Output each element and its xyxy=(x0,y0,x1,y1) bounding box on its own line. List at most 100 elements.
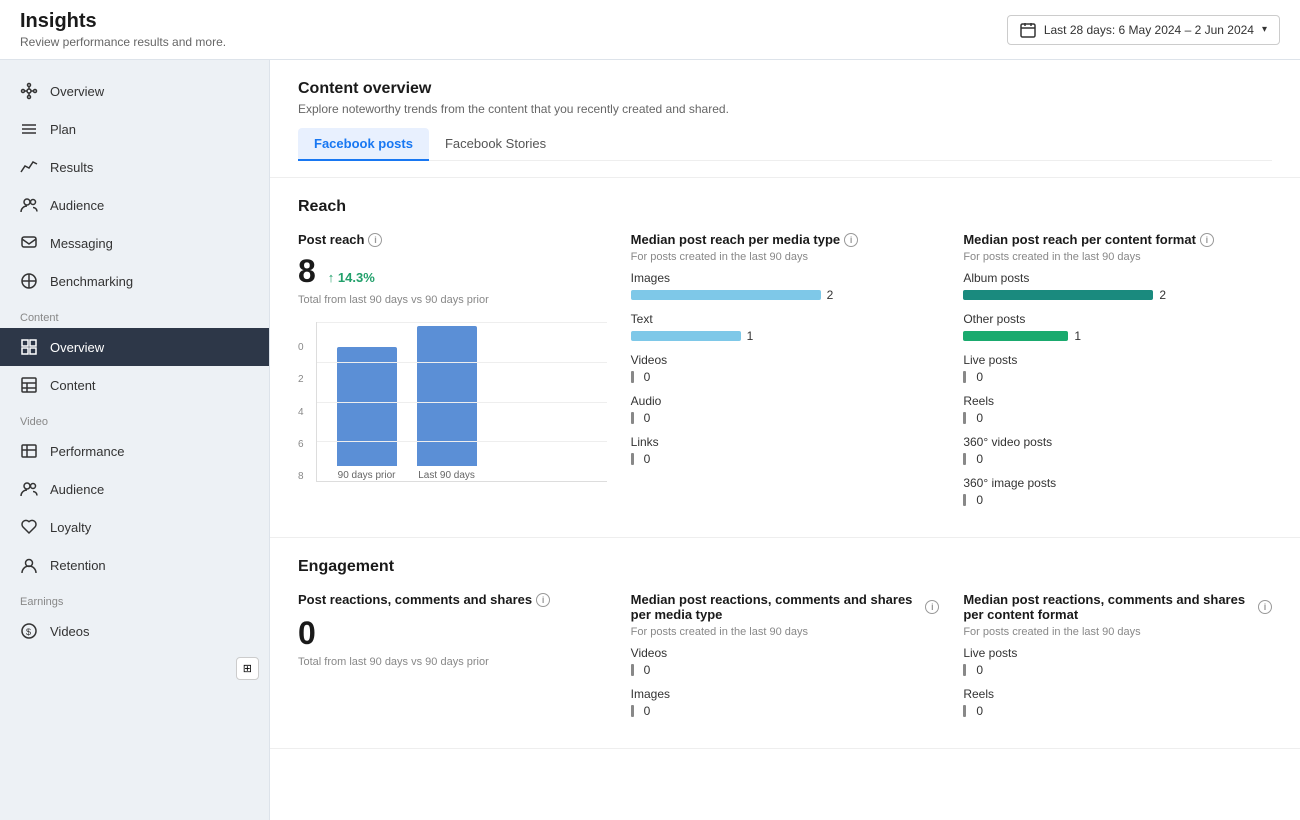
bar-track-360-video xyxy=(963,453,966,465)
bar-other-posts: Other posts 1 xyxy=(963,312,1272,343)
chevron-down-icon: ▾ xyxy=(1262,24,1267,35)
median-media-type-label: Median post reach per media type i xyxy=(631,232,940,247)
date-range-button[interactable]: Last 28 days: 6 May 2024 – 2 Jun 2024 ▾ xyxy=(1007,15,1280,45)
sidebar-label-messaging: Messaging xyxy=(50,236,113,251)
list-icon xyxy=(20,120,38,138)
bar-track-360-image xyxy=(963,494,966,506)
bar-track-audio xyxy=(631,412,634,424)
main-layout: Overview Plan Results xyxy=(0,60,1300,820)
eng-bar-live: Live posts 0 xyxy=(963,646,1272,677)
sidebar-item-audience[interactable]: Audience xyxy=(0,186,269,224)
bar-live-posts: Live posts 0 xyxy=(963,353,1272,384)
tabs-container: Facebook posts Facebook Stories xyxy=(298,128,1272,161)
engagement-media-sublabel: For posts created in the last 90 days xyxy=(631,626,940,638)
eng-bar-images: Images 0 xyxy=(631,687,940,718)
engagement-format-bars: Live posts 0 Reels 0 xyxy=(963,646,1272,718)
engagement-media-bars: Videos 0 Images 0 xyxy=(631,646,940,718)
sidebar-item-video-performance[interactable]: Performance xyxy=(0,432,269,470)
page-title: Insights xyxy=(20,10,226,33)
bar-audio: Audio 0 xyxy=(631,394,940,425)
sidebar-label-video-audience: Audience xyxy=(50,482,104,497)
reach-title: Reach xyxy=(298,198,1272,216)
eng-bar-track-videos xyxy=(631,664,634,676)
sidebar-item-video-audience[interactable]: Audience xyxy=(0,470,269,508)
engagement-metrics-grid: Post reactions, comments and shares i 0 … xyxy=(298,592,1272,728)
tab-facebook-stories[interactable]: Facebook Stories xyxy=(429,128,562,161)
sidebar-label-video-performance: Performance xyxy=(50,444,124,459)
bar-images: Images 2 xyxy=(631,271,940,302)
bar-last-90-days xyxy=(417,326,477,466)
sidebar-item-loyalty[interactable]: Loyalty xyxy=(0,508,269,546)
engagement-format-block: Median post reactions, comments and shar… xyxy=(963,592,1272,728)
video-section-label: Video xyxy=(0,404,269,432)
median-format-sublabel: For posts created in the last 90 days xyxy=(963,251,1272,263)
eng-bar-track-images xyxy=(631,705,634,717)
dollar-circle-icon: $ xyxy=(20,622,38,640)
engagement-format-label: Median post reactions, comments and shar… xyxy=(963,592,1272,622)
eng-bar-track-live xyxy=(963,664,966,676)
metrics-grid: Post reach i 8 ↑ 14.3% Total from last 9… xyxy=(298,232,1272,517)
earnings-section-label: Earnings xyxy=(0,584,269,612)
video-audience-icon xyxy=(20,480,38,498)
sidebar-item-overview[interactable]: Overview xyxy=(0,72,269,110)
sidebar-label-audience: Audience xyxy=(50,198,104,213)
post-reactions-label: Post reactions, comments and shares i xyxy=(298,592,607,607)
sidebar-item-videos[interactable]: $ Videos xyxy=(0,612,269,650)
collapse-sidebar-button[interactable]: ⊞ xyxy=(236,657,259,680)
median-media-sublabel: For posts created in the last 90 days xyxy=(631,251,940,263)
median-media-info-icon[interactable]: i xyxy=(844,233,858,247)
bar-reels: Reels 0 xyxy=(963,394,1272,425)
bar-track-live xyxy=(963,371,966,383)
median-format-info-icon[interactable]: i xyxy=(1200,233,1214,247)
engagement-media-info-icon[interactable]: i xyxy=(925,600,939,614)
post-reach-label: Post reach i xyxy=(298,232,607,247)
post-reach-value: 8 xyxy=(298,253,316,290)
results-icon xyxy=(20,158,38,176)
sidebar-item-results[interactable]: Results xyxy=(0,148,269,186)
engagement-format-sublabel: For posts created in the last 90 days xyxy=(963,626,1272,638)
eng-bar-videos: Videos 0 xyxy=(631,646,940,677)
sidebar-item-messaging[interactable]: Messaging xyxy=(0,224,269,262)
y-axis-labels: 8 6 4 2 0 xyxy=(298,342,304,482)
sidebar-label-videos: Videos xyxy=(50,624,90,639)
sidebar-label-benchmarking: Benchmarking xyxy=(50,274,133,289)
sidebar-label-overview: Overview xyxy=(50,84,104,99)
sidebar-label-loyalty: Loyalty xyxy=(50,520,91,535)
grid-icon xyxy=(20,338,38,356)
bar-label-last: Last 90 days xyxy=(418,470,475,481)
bar-track-album xyxy=(963,290,1153,300)
content-area: Content overview Explore noteworthy tren… xyxy=(270,60,1300,820)
bar-track-images xyxy=(631,290,821,300)
post-reactions-block: Post reactions, comments and shares i 0 … xyxy=(298,592,607,728)
post-reach-info-icon[interactable]: i xyxy=(368,233,382,247)
sidebar-label-results: Results xyxy=(50,160,93,175)
date-range-label: Last 28 days: 6 May 2024 – 2 Jun 2024 xyxy=(1044,23,1254,37)
calendar-icon xyxy=(1020,22,1036,38)
tab-facebook-posts[interactable]: Facebook posts xyxy=(298,128,429,161)
branding: Insights Review performance results and … xyxy=(20,10,226,49)
bar-track-text xyxy=(631,331,741,341)
sidebar-item-plan[interactable]: Plan xyxy=(0,110,269,148)
median-format-bars: Album posts 2 Other posts 1 xyxy=(963,271,1272,507)
bar-group-prior: 90 days prior xyxy=(337,347,397,481)
sidebar-item-content-overview[interactable]: Overview xyxy=(0,328,269,366)
eng-bar-track-reels xyxy=(963,705,966,717)
engagement-format-info-icon[interactable]: i xyxy=(1258,600,1272,614)
post-reactions-info-icon[interactable]: i xyxy=(536,593,550,607)
sidebar-label-content: Content xyxy=(50,378,96,393)
sidebar-item-retention[interactable]: Retention xyxy=(0,546,269,584)
bar-group-last: Last 90 days xyxy=(417,326,477,481)
sidebar-item-benchmarking[interactable]: Benchmarking xyxy=(0,262,269,300)
top-bar: Insights Review performance results and … xyxy=(0,0,1300,60)
bar-links: Links 0 xyxy=(631,435,940,466)
content-header: Content overview Explore noteworthy tren… xyxy=(270,60,1300,178)
post-reactions-value: 0 xyxy=(298,615,607,652)
sidebar-item-content-content[interactable]: Content xyxy=(0,366,269,404)
bar-album-posts: Album posts 2 xyxy=(963,271,1272,302)
engagement-title: Engagement xyxy=(298,558,1272,576)
bar-360-video: 360° video posts 0 xyxy=(963,435,1272,466)
bar-360-image: 360° image posts 0 xyxy=(963,476,1272,507)
engagement-media-type-block: Median post reactions, comments and shar… xyxy=(631,592,940,728)
bar-track-other xyxy=(963,331,1068,341)
content-overview-subtitle: Explore noteworthy trends from the conte… xyxy=(298,102,1272,116)
